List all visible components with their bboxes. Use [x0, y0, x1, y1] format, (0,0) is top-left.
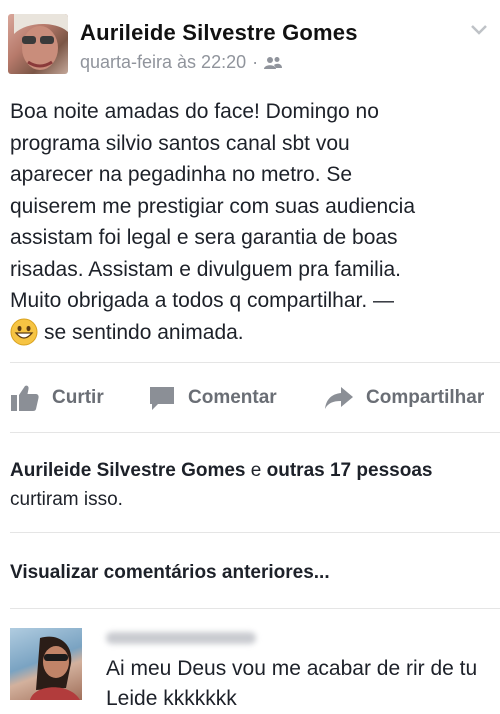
author-avatar[interactable] — [8, 14, 68, 74]
thumbs-up-icon — [11, 385, 39, 411]
friends-icon — [264, 56, 283, 69]
likes-others-link[interactable]: outras 17 — [267, 460, 351, 481]
post-header: Aurileide Silvestre Gomes quarta-feira à… — [8, 14, 492, 78]
post-text-line: quiserem me prestigiar com suas audienci… — [10, 194, 416, 218]
chevron-down-icon[interactable] — [470, 24, 488, 36]
post-text-line: Muito obrigada a todos q compartilhar. — — [10, 289, 395, 312]
like-button[interactable]: Curtir — [10, 384, 104, 412]
post-meta: quarta-feira às 22:20 · — [80, 52, 283, 73]
avatar-photo — [14, 14, 68, 70]
share-label: Compartilhar — [366, 387, 485, 408]
grinning-emoji-icon — [10, 318, 38, 346]
post-text-line: Boa noite amadas do face! Domingo no — [10, 100, 379, 123]
share-button[interactable]: Compartilhar — [324, 386, 484, 410]
divider — [10, 608, 500, 609]
view-previous-comments-link[interactable]: Visualizar comentários anteriores... — [10, 562, 330, 584]
comment-label: Comentar — [188, 387, 277, 408]
divider — [10, 432, 500, 433]
divider — [10, 362, 500, 363]
divider — [10, 532, 500, 533]
like-label: Curtir — [52, 387, 104, 408]
commenter-photo — [30, 636, 80, 700]
likes-conjunction: e — [250, 460, 262, 481]
commenter-avatar[interactable] — [10, 628, 82, 700]
share-arrow-icon — [325, 387, 353, 409]
likes-others-link-2[interactable]: pessoas — [356, 460, 432, 481]
post-timestamp[interactable]: quarta-feira às 22:20 — [80, 52, 246, 73]
meta-separator: · — [252, 52, 259, 72]
feeling-text[interactable]: se sentindo animada. — [44, 317, 244, 349]
feeling-line: se sentindo animada. — [10, 317, 492, 349]
post-author-name[interactable]: Aurileide Silvestre Gomes — [80, 20, 358, 46]
comment-text: Ai meu Deus vou me acabar de rir de tu L… — [106, 657, 478, 710]
post-text-line: aparecer na pegadinha no metro. Se — [10, 163, 353, 186]
post-body: Boa noite amadas do face! Domingo no pro… — [10, 96, 492, 348]
post-text-line: assistam foi legal e sera garantia de bo… — [10, 226, 398, 249]
likes-suffix: curtiram isso. — [10, 489, 123, 510]
comment-button[interactable]: Comentar — [148, 385, 277, 411]
commenter-name-redacted — [106, 632, 256, 644]
comment-icon — [150, 387, 174, 410]
post-text-line: programa silvio santos canal sbt vou — [10, 131, 350, 155]
post-text-line: risadas. Assistam e divulguem pra famili… — [10, 257, 401, 281]
liker-name[interactable]: Aurileide Silvestre Gomes — [10, 460, 246, 481]
likes-summary: Aurileide Silvestre Gomes e outras 17 pe… — [10, 456, 480, 514]
post-actions: Curtir Comentar Compartilhar — [0, 374, 500, 422]
